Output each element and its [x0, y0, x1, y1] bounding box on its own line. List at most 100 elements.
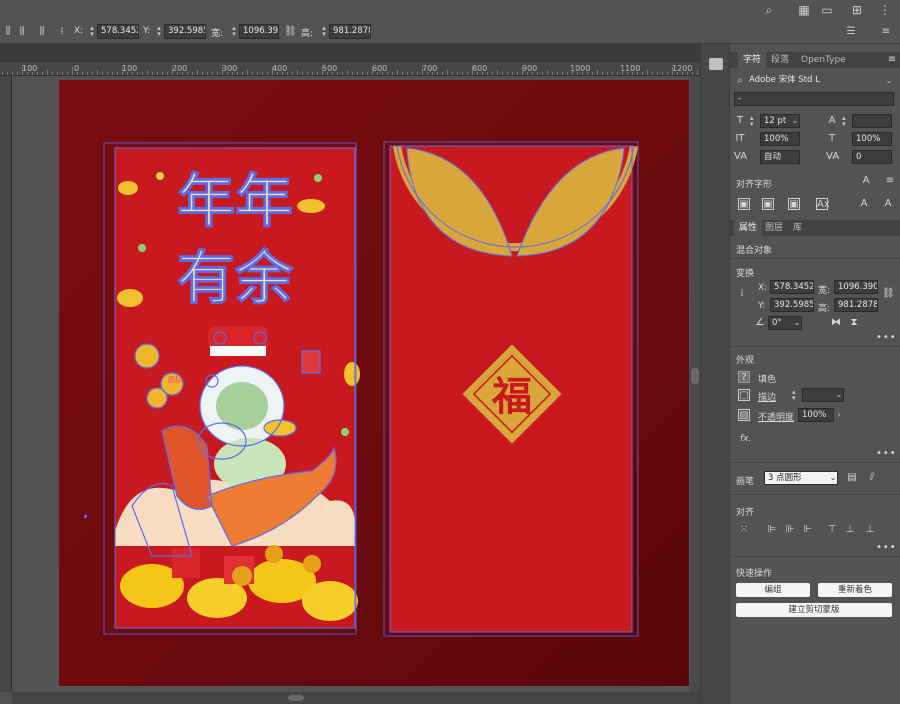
anchor-glyph-alt-icon[interactable]: A	[882, 198, 894, 210]
tab-layers[interactable]: 图层	[760, 220, 788, 236]
horizontal-scrollbar[interactable]	[12, 692, 700, 704]
panel-arrange-icon[interactable]: ⊞	[850, 3, 864, 17]
reference-point-icon[interactable]: ⁞	[56, 26, 68, 38]
tab-character[interactable]: 字符	[738, 52, 767, 68]
more-align-icon[interactable]: •••	[876, 542, 897, 553]
stroke-swatch-icon[interactable]: ▢	[738, 389, 750, 401]
brush-options-icon[interactable]: ⫽	[866, 472, 878, 484]
opacity-label[interactable]: 不透明度	[758, 410, 794, 423]
height-stepper[interactable]: ▴ ▾	[320, 25, 328, 38]
flip-horizontal-icon[interactable]: ⧓	[830, 317, 842, 329]
reference-point-icon[interactable]: ⁞	[736, 288, 748, 300]
font-style-field[interactable]: -	[734, 92, 894, 106]
tab-libraries[interactable]: 库	[788, 220, 807, 236]
tracking-icon[interactable]: VA	[826, 151, 839, 163]
leading-stepper[interactable]: ▴ ▾	[842, 115, 846, 128]
align-vcenter-icon[interactable]: ⊥	[844, 524, 856, 536]
align-top-icon[interactable]: ⊤	[826, 524, 838, 536]
leading-icon[interactable]: A	[826, 115, 838, 127]
brush-field[interactable]: 3 点圆形	[764, 471, 838, 485]
transform-x-field[interactable]: 578.3452	[770, 280, 814, 294]
align-ax-icon[interactable]: Ax	[816, 198, 830, 210]
height-field[interactable]: 981.2878	[329, 24, 371, 39]
comments-icon[interactable]	[709, 58, 723, 70]
vertical-scale-field[interactable]: 100%	[760, 132, 800, 146]
rotate-icon[interactable]: ∠	[754, 317, 766, 329]
width-field[interactable]: 1096.3904	[239, 24, 279, 39]
tab-opentype[interactable]: OpenType	[796, 52, 851, 68]
stroke-label[interactable]: 描边	[758, 390, 776, 403]
width-stepper[interactable]: ▴ ▾	[230, 25, 238, 38]
stroke-dropdown[interactable]: ⌄	[834, 389, 844, 401]
y-field[interactable]: 392.5985	[164, 24, 206, 39]
x-stepper[interactable]: ▴ ▾	[88, 25, 96, 38]
align-icf-box-icon[interactable]: ▣	[762, 198, 774, 210]
horizontal-scale-icon[interactable]: T	[826, 133, 838, 145]
x-field[interactable]: 578.3452	[97, 24, 139, 39]
align-left-icon[interactable]: ⊫	[766, 524, 778, 536]
brush-dropdown[interactable]: ⌄	[828, 472, 838, 484]
vertical-scroll-thumb[interactable]	[691, 368, 699, 384]
align-em-box-icon[interactable]: ▣	[738, 198, 750, 210]
opacity-arrow[interactable]: ›	[834, 409, 844, 421]
constrain-proportions-icon[interactable]: ⛓	[882, 288, 895, 300]
panel-menu-icon[interactable]: ≡	[886, 54, 898, 66]
stroke-stepper[interactable]: ▴ ▾	[792, 389, 796, 402]
rotate-dropdown[interactable]: ⌄	[792, 317, 802, 329]
anchor-point[interactable]	[84, 515, 87, 518]
font-size-icon[interactable]: T	[734, 115, 746, 127]
align-bottom-icon[interactable]: ⊥	[864, 524, 876, 536]
workspace-layout-icon[interactable]: ▦	[797, 3, 811, 17]
group-button[interactable]: 编组	[736, 583, 810, 597]
left-title-line2[interactable]: 有余	[176, 244, 294, 313]
link-proportions-icon[interactable]: ⛓	[284, 26, 297, 38]
brush-library-icon[interactable]: ▤	[846, 472, 858, 484]
opacity-icon[interactable]: ▨	[738, 409, 750, 421]
left-title-line1[interactable]: 年年	[176, 167, 293, 236]
align-right-icon[interactable]: ⊩	[802, 524, 814, 536]
menu-icon[interactable]: ☰	[845, 26, 857, 38]
align-center-icon[interactable]: ⫼	[16, 26, 28, 38]
fu-character[interactable]: 福	[491, 373, 532, 420]
font-family-field[interactable]: Adobe 宋体 Std L	[746, 74, 882, 88]
transform-y-field[interactable]: 392.5985	[770, 298, 814, 312]
glyph-menu-icon[interactable]: ≡	[884, 175, 896, 187]
horizontal-scale-field[interactable]: 100%	[852, 132, 892, 146]
kerning-icon[interactable]: VA	[734, 151, 747, 163]
right-envelope[interactable]: 福	[383, 141, 639, 637]
font-size-dropdown[interactable]: ⌄	[790, 115, 800, 127]
font-size-stepper[interactable]: ▴ ▾	[750, 115, 754, 128]
vertical-scale-icon[interactable]: IT	[734, 133, 746, 145]
leading-field[interactable]	[852, 114, 892, 128]
window-icon[interactable]: ▭	[820, 3, 834, 17]
tab-paragraph[interactable]: 段落	[766, 52, 794, 68]
left-envelope[interactable]: 年年 有余 图标	[103, 142, 360, 635]
anchor-glyph-icon[interactable]: A	[858, 198, 870, 210]
more-transform-icon[interactable]: •••	[876, 332, 897, 343]
vertical-scrollbar[interactable]	[690, 76, 700, 692]
panel-menu-icon[interactable]: ≡	[880, 26, 892, 38]
artwork-svg[interactable]: 年年 有余 图标 福	[12, 76, 700, 692]
more-appearance-icon[interactable]: •••	[876, 448, 897, 459]
align-glyph-bounds-icon[interactable]: ▣	[788, 198, 800, 210]
recolor-button[interactable]: 重新着色	[818, 583, 892, 597]
y-stepper[interactable]: ▴ ▾	[155, 25, 163, 38]
kerning-field[interactable]: 自动	[760, 150, 800, 164]
align-to-icon[interactable]: ⁙	[738, 524, 750, 536]
horizontal-scroll-thumb[interactable]	[288, 695, 304, 701]
flip-vertical-icon[interactable]: ⧗	[848, 317, 860, 329]
align-vertical-icon[interactable]: ⫼	[2, 26, 14, 38]
fill-swatch-icon[interactable]: ?	[738, 371, 750, 383]
transform-h-field[interactable]: 981.2878	[834, 298, 878, 312]
canvas-area[interactable]: 年年 有余 图标 福	[12, 76, 700, 692]
tracking-field[interactable]: 0	[852, 150, 892, 164]
search-icon[interactable]: ⌕	[762, 3, 776, 17]
transform-w-field[interactable]: 1096.390	[834, 280, 878, 294]
font-family-dropdown[interactable]: ⌄	[884, 75, 894, 87]
more-options-icon[interactable]: ⋮	[878, 3, 892, 17]
tab-properties[interactable]: 属性	[734, 220, 763, 236]
opacity-field[interactable]: 100%	[798, 408, 834, 422]
font-search-icon[interactable]: ⌕	[734, 75, 746, 87]
make-clipping-mask-button[interactable]: 建立剪切蒙版	[736, 603, 892, 617]
distribute-icon[interactable]: ⫼	[36, 26, 48, 38]
